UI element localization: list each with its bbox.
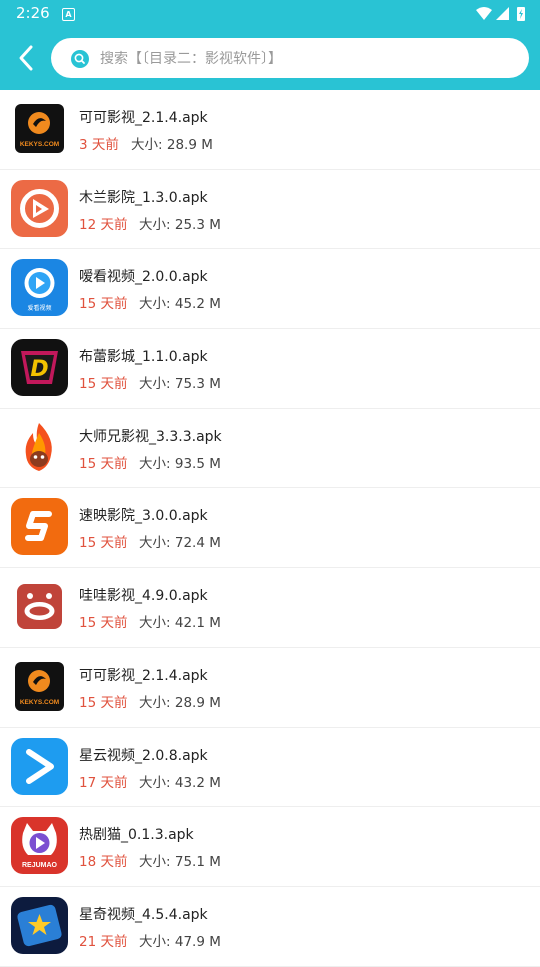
file-size: 大小: 75.3 M	[139, 372, 221, 392]
aikan-icon: 爱看视频	[11, 259, 68, 317]
notification-a-icon: A	[62, 8, 75, 21]
upload-age: 21 天前	[79, 933, 128, 950]
svg-text:爱看视频: 爱看视频	[27, 304, 51, 312]
app-header: 2:26 A 搜索【〔目录二：影视软件〕】	[0, 0, 540, 90]
size-value: 75.1 M	[174, 854, 221, 871]
upload-age: 12 天前	[79, 216, 128, 233]
size-label: 大小:	[139, 216, 171, 233]
file-size: 大小: 93.5 M	[139, 452, 221, 472]
search-icon	[71, 50, 89, 68]
file-name: 布蕾影城_1.1.0.apk	[79, 349, 208, 366]
size-value: 93.5 M	[174, 455, 221, 472]
file-name: 大师兄影视_3.3.3.apk	[79, 428, 222, 445]
xingyun-icon	[11, 737, 68, 795]
list-item[interactable]: 哇哇影视_4.9.0.apk 15 天前 大小: 42.1 M	[0, 568, 540, 648]
upload-age: 15 天前	[79, 535, 128, 552]
upload-age: 15 天前	[79, 455, 128, 472]
file-name: 热剧猫_0.1.3.apk	[79, 827, 194, 844]
upload-age: 3 天前	[79, 137, 119, 153]
file-size: 大小: 72.4 M	[139, 531, 221, 551]
file-name: 星云视频_2.0.8.apk	[79, 747, 208, 764]
list-item[interactable]: 星奇视频_4.5.4.apk 21 天前 大小: 47.9 M	[0, 887, 540, 967]
system-status-icons	[476, 7, 525, 21]
search-input[interactable]: 搜索【〔目录二：影视软件〕】	[51, 38, 529, 78]
size-label: 大小:	[139, 296, 171, 313]
file-name: 哇哇影视_4.9.0.apk	[79, 588, 208, 605]
upload-age: 17 天前	[79, 774, 128, 791]
svg-text:KEKYS.COM: KEKYS.COM	[20, 699, 59, 706]
size-value: 47.9 M	[174, 933, 221, 950]
file-name: 嗳看视频_2.0.0.apk	[79, 269, 208, 286]
size-label: 大小:	[139, 694, 171, 711]
list-item[interactable]: 爱看视频 嗳看视频_2.0.0.apk 15 天前 大小: 45.2 M	[0, 249, 540, 330]
file-name: 可可影视_2.1.4.apk	[79, 667, 208, 684]
list-item[interactable]: KEKYS.COM 可可影视_2.1.4.apk 3 天前 大小: 28.9 M	[0, 90, 540, 170]
size-label: 大小:	[139, 774, 171, 791]
search-placeholder: 搜索【〔目录二：影视软件〕】	[100, 51, 282, 67]
list-item[interactable]: D 布蕾影城_1.1.0.apk 15 天前 大小: 75.3 M	[0, 329, 540, 409]
svg-text:REJUMAO: REJUMAO	[22, 862, 58, 869]
status-time: 2:26	[16, 4, 50, 22]
size-value: 45.2 M	[174, 296, 221, 313]
size-value: 28.9 M	[166, 137, 213, 153]
file-size: 大小: 43.2 M	[139, 771, 221, 791]
svg-text:D: D	[30, 357, 48, 382]
list-item[interactable]: 速映影院_3.0.0.apk 15 天前 大小: 72.4 M	[0, 488, 540, 569]
file-name: 可可影视_2.1.4.apk	[79, 110, 208, 126]
back-arrow-icon[interactable]	[14, 44, 40, 72]
dashixiong-icon	[11, 418, 68, 476]
rejumao-icon: REJUMAO	[11, 817, 68, 875]
file-size: 大小: 42.1 M	[139, 611, 221, 631]
svg-text:KEKYS.COM: KEKYS.COM	[20, 141, 59, 148]
size-label: 大小:	[139, 535, 171, 552]
file-size: 大小: 28.9 M	[139, 691, 221, 711]
wawa-icon	[11, 578, 68, 636]
list-item[interactable]: 木兰影院_1.3.0.apk 12 天前 大小: 25.3 M	[0, 170, 540, 250]
upload-age: 15 天前	[79, 694, 128, 711]
file-name: 木兰影院_1.3.0.apk	[79, 189, 208, 206]
file-name: 星奇视频_4.5.4.apk	[79, 906, 208, 923]
size-label: 大小:	[131, 137, 163, 153]
upload-age: 15 天前	[79, 615, 128, 632]
list-item[interactable]: 大师兄影视_3.3.3.apk 15 天前 大小: 93.5 M	[0, 409, 540, 489]
size-label: 大小:	[139, 455, 171, 472]
kekys-icon: KEKYS.COM	[11, 657, 68, 715]
file-name: 速映影院_3.0.0.apk	[79, 508, 208, 525]
status-bar: 2:26 A	[0, 0, 540, 28]
file-size: 大小: 75.1 M	[139, 850, 221, 870]
size-value: 75.3 M	[174, 376, 221, 393]
file-size: 大小: 45.2 M	[139, 292, 221, 312]
file-size: 大小: 47.9 M	[139, 930, 221, 950]
suying-icon	[11, 498, 68, 556]
size-label: 大小:	[139, 933, 171, 950]
size-value: 43.2 M	[174, 774, 221, 791]
list-item[interactable]: 星云视频_2.0.8.apk 17 天前 大小: 43.2 M	[0, 728, 540, 808]
size-value: 25.3 M	[174, 216, 221, 233]
list-item[interactable]: KEKYS.COM 可可影视_2.1.4.apk 15 天前 大小: 28.9 …	[0, 648, 540, 728]
kekys-icon: KEKYS.COM	[11, 100, 68, 157]
mulan-icon	[11, 179, 68, 237]
list-item[interactable]: REJUMAO 热剧猫_0.1.3.apk 18 天前 大小: 75.1 M	[0, 807, 540, 887]
size-value: 72.4 M	[174, 535, 221, 552]
upload-age: 15 天前	[79, 296, 128, 313]
size-value: 28.9 M	[174, 694, 221, 711]
size-label: 大小:	[139, 854, 171, 871]
size-label: 大小:	[139, 376, 171, 393]
size-label: 大小:	[139, 615, 171, 632]
upload-age: 15 天前	[79, 376, 128, 393]
file-size: 大小: 25.3 M	[139, 213, 221, 233]
upload-age: 18 天前	[79, 854, 128, 871]
xingqi-icon	[11, 896, 68, 954]
file-list: KEKYS.COM 可可影视_2.1.4.apk 3 天前 大小: 28.9 M…	[0, 90, 540, 967]
file-size: 大小: 28.9 M	[131, 133, 213, 153]
bulei-icon: D	[11, 339, 68, 397]
size-value: 42.1 M	[174, 615, 221, 632]
